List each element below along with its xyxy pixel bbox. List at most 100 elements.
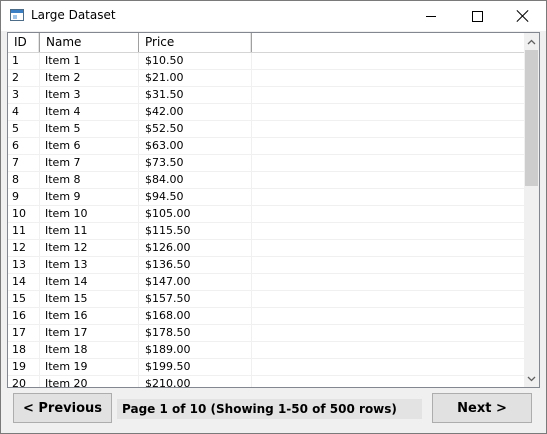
column-divider[interactable] — [251, 33, 252, 52]
table-row[interactable]: 7 Item 7 $73.50 — [8, 155, 525, 172]
cell-price: $210.00 — [145, 377, 191, 388]
cell-price: $126.00 — [145, 241, 191, 254]
cell-gridline — [39, 223, 40, 239]
table-row[interactable]: 3 Item 3 $31.50 — [8, 87, 525, 104]
close-button[interactable] — [500, 1, 546, 31]
column-header-id[interactable]: ID — [8, 33, 39, 52]
minimize-button[interactable] — [408, 1, 454, 31]
cell-price: $31.50 — [145, 88, 184, 101]
table-row[interactable]: 4 Item 4 $42.00 — [8, 104, 525, 121]
table-row[interactable]: 16 Item 16 $168.00 — [8, 308, 525, 325]
cell-id: 1 — [12, 54, 19, 67]
cell-gridline — [138, 172, 139, 188]
cell-gridline — [138, 342, 139, 358]
cell-gridline — [138, 121, 139, 137]
table-row[interactable]: 17 Item 17 $178.50 — [8, 325, 525, 342]
cell-name: Item 20 — [45, 377, 88, 388]
previous-page-button[interactable]: < Previous — [13, 393, 112, 423]
cell-gridline — [39, 87, 40, 103]
cell-name: Item 13 — [45, 258, 88, 271]
cell-name: Item 15 — [45, 292, 88, 305]
table-row[interactable]: 12 Item 12 $126.00 — [8, 240, 525, 257]
cell-name: Item 10 — [45, 207, 88, 220]
cell-gridline — [39, 121, 40, 137]
data-grid[interactable]: ID Name Price 1 Item 1 $10.50 2 Item 2 $21.00… — [7, 32, 540, 388]
table-row[interactable]: 10 Item 10 $105.00 — [8, 206, 525, 223]
table-row[interactable]: 13 Item 13 $136.50 — [8, 257, 525, 274]
cell-gridline — [39, 240, 40, 256]
app-window-icon — [10, 9, 24, 21]
cell-gridline — [138, 274, 139, 290]
cell-gridline — [39, 104, 40, 120]
cell-name: Item 14 — [45, 275, 88, 288]
table-row[interactable]: 15 Item 15 $157.50 — [8, 291, 525, 308]
cell-gridline — [251, 104, 252, 120]
cell-gridline — [138, 189, 139, 205]
cell-gridline — [251, 155, 252, 171]
scroll-up-button[interactable] — [524, 33, 539, 50]
cell-gridline — [138, 87, 139, 103]
table-row[interactable]: 18 Item 18 $189.00 — [8, 342, 525, 359]
column-header-price[interactable]: Price — [139, 33, 251, 52]
cell-id: 10 — [12, 207, 26, 220]
table-row[interactable]: 1 Item 1 $10.50 — [8, 53, 525, 70]
cell-gridline — [251, 342, 252, 358]
scroll-down-button[interactable] — [524, 370, 539, 387]
cell-name: Item 16 — [45, 309, 88, 322]
maximize-button[interactable] — [454, 1, 500, 31]
cell-gridline — [251, 172, 252, 188]
table-row[interactable]: 19 Item 19 $199.50 — [8, 359, 525, 376]
cell-gridline — [251, 240, 252, 256]
cell-name: Item 5 — [45, 122, 81, 135]
cell-name: Item 8 — [45, 173, 81, 186]
cell-price: $21.00 — [145, 71, 184, 84]
cell-gridline — [251, 53, 252, 69]
cell-gridline — [39, 274, 40, 290]
cell-price: $157.50 — [145, 292, 191, 305]
table-row[interactable]: 11 Item 11 $115.50 — [8, 223, 525, 240]
cell-gridline — [138, 155, 139, 171]
cell-price: $73.50 — [145, 156, 184, 169]
table-row[interactable]: 20 Item 20 $210.00 — [8, 376, 525, 388]
cell-name: Item 4 — [45, 105, 81, 118]
cell-gridline — [138, 325, 139, 341]
cell-gridline — [39, 291, 40, 307]
table-row[interactable]: 5 Item 5 $52.50 — [8, 121, 525, 138]
cell-price: $147.00 — [145, 275, 191, 288]
cell-id: 11 — [12, 224, 26, 237]
next-page-button[interactable]: Next > — [432, 393, 532, 423]
table-row[interactable]: 6 Item 6 $63.00 — [8, 138, 525, 155]
cell-price: $115.50 — [145, 224, 191, 237]
cell-gridline — [138, 308, 139, 324]
cell-gridline — [251, 138, 252, 154]
title-bar[interactable]: Large Dataset — [1, 1, 546, 31]
cell-id: 20 — [12, 377, 26, 388]
cell-name: Item 2 — [45, 71, 81, 84]
column-header-name[interactable]: Name — [40, 33, 139, 52]
cell-gridline — [138, 291, 139, 307]
cell-price: $63.00 — [145, 139, 184, 152]
vertical-scrollbar[interactable] — [524, 33, 539, 387]
cell-id: 19 — [12, 360, 26, 373]
chevron-up-icon — [527, 39, 536, 44]
table-row[interactable]: 2 Item 2 $21.00 — [8, 70, 525, 87]
scroll-thumb[interactable] — [525, 50, 538, 186]
cell-gridline — [39, 138, 40, 154]
cell-id: 8 — [12, 173, 19, 186]
table-row[interactable]: 8 Item 8 $84.00 — [8, 172, 525, 189]
cell-gridline — [138, 53, 139, 69]
cell-gridline — [251, 376, 252, 387]
cell-price: $189.00 — [145, 343, 191, 356]
cell-gridline — [251, 70, 252, 86]
cell-gridline — [138, 257, 139, 273]
cell-price: $168.00 — [145, 309, 191, 322]
cell-gridline — [251, 291, 252, 307]
cell-gridline — [39, 342, 40, 358]
cell-id: 5 — [12, 122, 19, 135]
cell-name: Item 7 — [45, 156, 81, 169]
cell-gridline — [39, 325, 40, 341]
table-row[interactable]: 14 Item 14 $147.00 — [8, 274, 525, 291]
cell-price: $10.50 — [145, 54, 184, 67]
table-row[interactable]: 9 Item 9 $94.50 — [8, 189, 525, 206]
cell-gridline — [138, 223, 139, 239]
